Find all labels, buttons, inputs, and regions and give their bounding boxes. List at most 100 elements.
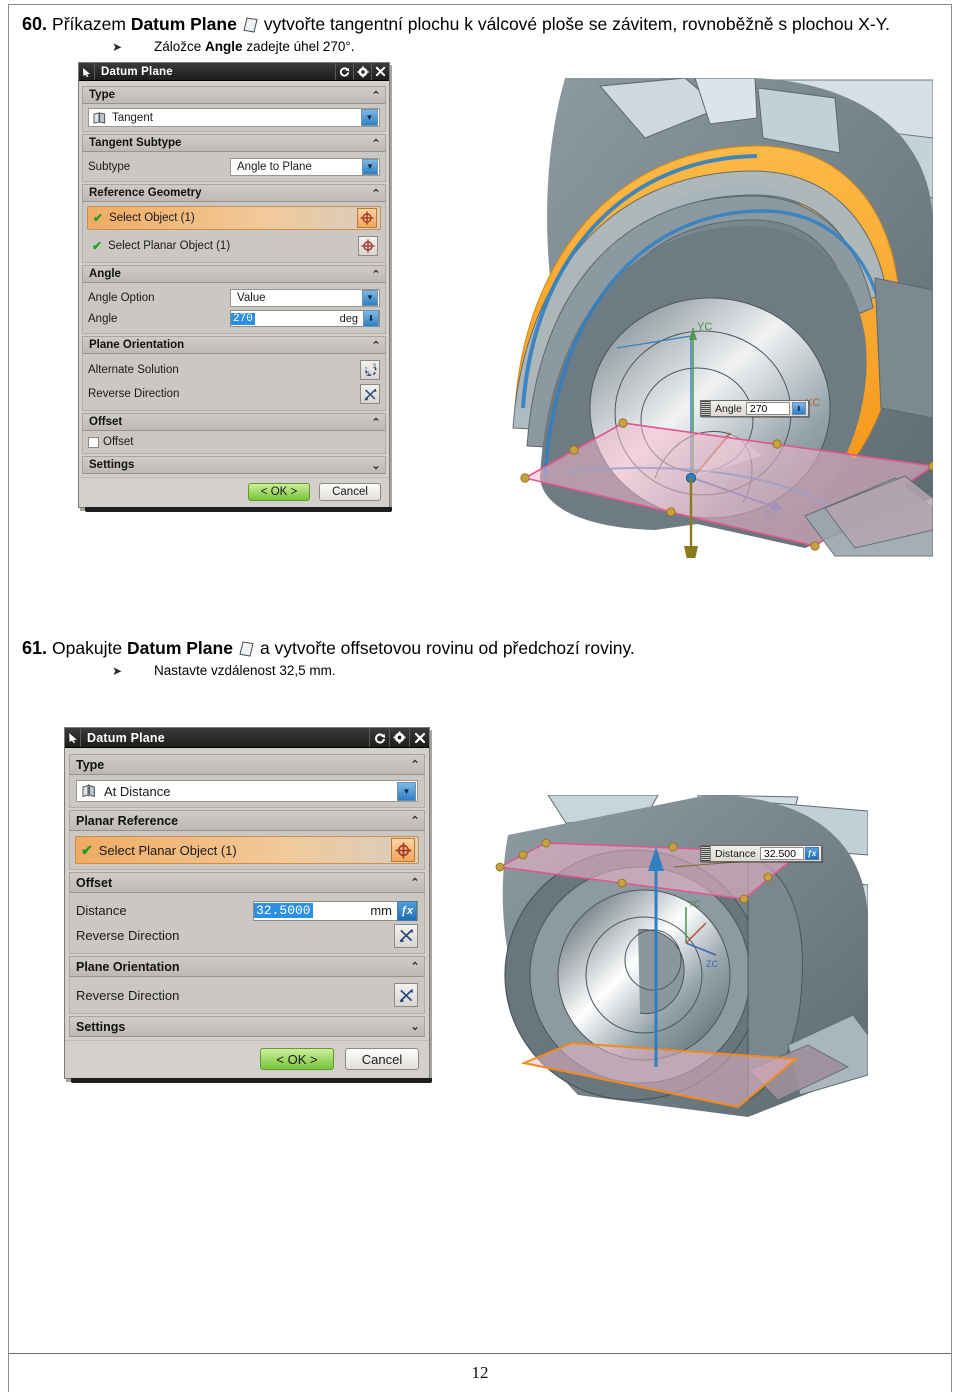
target-icon[interactable] xyxy=(391,838,415,862)
chevron-up-icon[interactable]: ⌃ xyxy=(367,268,385,281)
group-header-settings[interactable]: Settings ⌄ xyxy=(82,456,386,474)
viewport2-distance-float-input[interactable]: Distance 32.500 ƒx xyxy=(700,845,822,862)
step-61-text-after: a vytvořte offsetovou rovinu od předchoz… xyxy=(259,638,635,658)
chevron-down-icon[interactable]: ⌄ xyxy=(406,1020,424,1033)
select-planar-object-label: Select Planar Object (1) xyxy=(108,240,231,252)
step-61-substep: ➤ Nastavte vzdálenost 32,5 mm. xyxy=(112,663,938,678)
viewport1-angle-float-input[interactable]: Angle 270 ⬇ xyxy=(700,400,809,417)
cancel-button[interactable]: Cancel xyxy=(345,1048,419,1070)
group-label-settings: Settings xyxy=(89,459,135,471)
target-icon[interactable] xyxy=(357,208,377,228)
cad-viewport-offset-plane[interactable]: YC ZC Distance 32.500 ƒx xyxy=(448,795,868,1125)
group-header-angle[interactable]: Angle ⌃ xyxy=(82,265,386,283)
viewport1-angle-value[interactable]: 270 xyxy=(745,402,790,415)
chevron-down-icon[interactable]: ⌄ xyxy=(367,459,385,472)
gear-icon[interactable] xyxy=(389,728,409,747)
group-header-offset[interactable]: Offset ⌃ xyxy=(82,413,386,431)
at-distance-icon xyxy=(77,784,101,798)
select-planar-object-row[interactable]: ✔ Select Planar Object (1) xyxy=(87,234,381,258)
angle-option-combo[interactable]: Value ▼ xyxy=(230,288,380,307)
ok-button[interactable]: < OK > xyxy=(260,1048,334,1070)
reverse-direction-icon[interactable] xyxy=(394,983,418,1007)
dialog-2-title-buttons[interactable] xyxy=(369,728,429,747)
spin-down-icon[interactable]: ⬇ xyxy=(363,310,379,327)
svg-text:ZC: ZC xyxy=(706,959,718,969)
group-header-type[interactable]: Type ⌃ xyxy=(69,754,425,775)
datum-plane-dialog-1[interactable]: Datum Plane Type ⌃ Tangent ▼ Tangent Sub… xyxy=(78,62,392,512)
step-60-sub-before: Záložce xyxy=(154,38,202,54)
select-planar-object-row[interactable]: ✔ Select Planar Object (1) xyxy=(75,836,419,864)
check-icon: ✔ xyxy=(92,239,103,253)
step-60-text-before: Příkazem xyxy=(52,14,126,34)
group-label-plane-orientation: Plane Orientation xyxy=(76,959,180,974)
formula-icon[interactable]: ƒx xyxy=(804,847,819,860)
select-object-row[interactable]: ✔ Select Object (1) xyxy=(87,206,381,230)
chevron-up-icon[interactable]: ⌃ xyxy=(406,876,424,889)
gear-icon[interactable] xyxy=(353,63,371,80)
distance-input[interactable]: 32.5000 mm ƒx xyxy=(253,900,418,921)
reverse-direction-icon[interactable] xyxy=(360,384,380,404)
angle-input[interactable]: 270 deg ⬇ xyxy=(230,310,380,327)
group-header-reference-geometry[interactable]: Reference Geometry ⌃ xyxy=(82,184,386,202)
alternate-solution-icon[interactable]: 32 xyxy=(360,360,380,380)
cancel-button[interactable]: Cancel xyxy=(319,483,381,501)
group-body-type: At Distance ▼ xyxy=(69,775,425,808)
type-combo[interactable]: At Distance ▼ xyxy=(76,780,418,802)
viewport2-distance-value[interactable]: 32.500 xyxy=(759,847,804,860)
dialog-2-buttons: < OK > Cancel xyxy=(65,1040,429,1078)
select-object-label: Select Object (1) xyxy=(109,212,195,224)
formula-icon[interactable]: ƒx xyxy=(397,900,417,921)
step-60-text-after: vytvořte tangentní plochu k válcové ploš… xyxy=(263,14,890,34)
chevron-up-icon[interactable]: ⌃ xyxy=(367,187,385,200)
reset-icon[interactable] xyxy=(369,728,389,747)
target-icon[interactable] xyxy=(358,236,378,256)
chevron-up-icon[interactable]: ⌃ xyxy=(406,758,424,771)
subtype-combo[interactable]: Angle to Plane ▼ xyxy=(230,157,380,176)
chevron-up-icon[interactable]: ⌃ xyxy=(406,960,424,973)
chevron-up-icon[interactable]: ⌃ xyxy=(367,137,385,150)
group-body-tangent-subtype: Subtype Angle to Plane ▼ xyxy=(82,152,386,182)
step-60-number: 60. xyxy=(22,14,48,34)
dialog-1-title-buttons[interactable] xyxy=(335,63,389,80)
group-header-offset[interactable]: Offset ⌃ xyxy=(69,872,425,893)
subtype-combo-value: Angle to Plane xyxy=(237,160,312,173)
close-icon[interactable] xyxy=(371,63,389,80)
angle-value: 270 xyxy=(231,312,255,325)
group-label-angle: Angle xyxy=(89,268,121,280)
group-header-planar-reference[interactable]: Planar Reference ⌃ xyxy=(69,810,425,831)
alternate-solution-label: Alternate Solution xyxy=(88,364,179,376)
chevron-down-icon[interactable]: ▼ xyxy=(362,289,378,306)
dialog-1-titlebar[interactable]: Datum Plane xyxy=(79,63,389,81)
reset-icon[interactable] xyxy=(335,63,353,80)
group-header-plane-orientation[interactable]: Plane Orientation ⌃ xyxy=(69,956,425,977)
chevron-down-icon[interactable]: ▼ xyxy=(397,781,416,801)
svg-text:YC: YC xyxy=(688,899,701,909)
drag-handle-icon[interactable] xyxy=(701,401,711,416)
datum-plane-dialog-2[interactable]: Datum Plane Type ⌃ At Distance ▼ Planar … xyxy=(64,727,432,1083)
ok-button[interactable]: < OK > xyxy=(248,483,310,501)
select-planar-object-label: Select Planar Object (1) xyxy=(98,842,237,858)
chevron-down-icon[interactable]: ▼ xyxy=(362,158,378,175)
chevron-up-icon[interactable]: ⌃ xyxy=(367,339,385,352)
group-header-type[interactable]: Type ⌃ xyxy=(82,86,386,104)
chevron-up-icon[interactable]: ⌃ xyxy=(367,416,385,429)
offset-checkbox[interactable] xyxy=(88,436,99,448)
group-body-offset: Distance 32.5000 mm ƒx Reverse Direction xyxy=(69,893,425,954)
chevron-down-icon[interactable]: ⬇ xyxy=(791,402,806,415)
group-label-reference-geometry: Reference Geometry xyxy=(89,187,202,199)
group-header-tangent-subtype[interactable]: Tangent Subtype ⌃ xyxy=(82,134,386,152)
chevron-up-icon[interactable]: ⌃ xyxy=(406,814,424,827)
offset-checkbox-row[interactable]: Offset xyxy=(88,436,380,448)
dialog-2-titlebar[interactable]: Datum Plane xyxy=(65,728,429,748)
step-60: 60. Příkazem Datum Plane vytvořte tangen… xyxy=(22,14,938,54)
reverse-direction-icon[interactable] xyxy=(394,923,418,948)
close-icon[interactable] xyxy=(409,728,429,747)
group-header-plane-orientation[interactable]: Plane Orientation ⌃ xyxy=(82,336,386,354)
type-combo-value: Tangent xyxy=(112,111,153,124)
type-combo[interactable]: Tangent ▼ xyxy=(88,108,380,127)
drag-handle-icon[interactable] xyxy=(701,846,711,861)
group-header-settings[interactable]: Settings ⌄ xyxy=(69,1016,425,1037)
chevron-down-icon[interactable]: ▼ xyxy=(361,109,378,126)
chevron-up-icon[interactable]: ⌃ xyxy=(367,89,385,102)
cad-viewport-tangent-plane[interactable]: YC ZC XC Angle xyxy=(505,78,933,558)
